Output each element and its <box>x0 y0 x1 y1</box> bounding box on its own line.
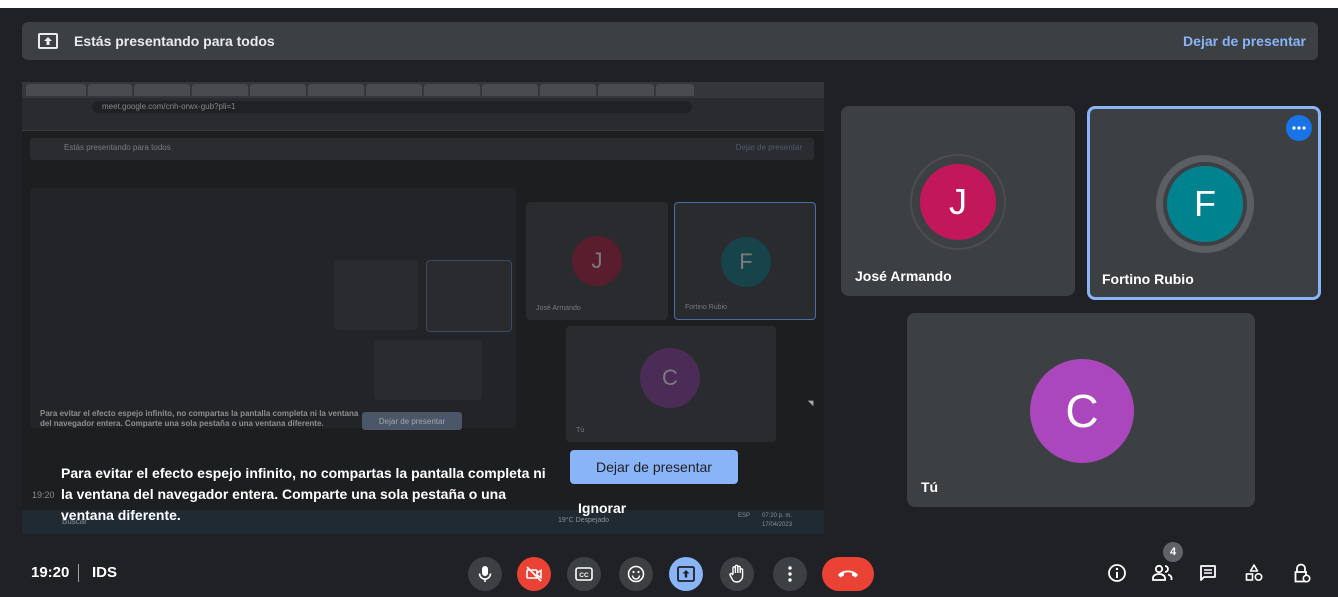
nested-warning-text: Para evitar el efecto espejo infinito, n… <box>40 409 359 428</box>
present-icon <box>677 566 695 582</box>
camera-off-button[interactable] <box>517 557 551 591</box>
raise-hand-icon <box>729 564 744 583</box>
participant-tile-tu[interactable]: C Tú <box>907 313 1255 507</box>
mirror-warning-text: Para evitar el efecto espejo infinito, n… <box>61 465 546 523</box>
more-options-button[interactable] <box>773 557 807 591</box>
chat-icon <box>1200 565 1216 581</box>
info-icon <box>1108 564 1126 582</box>
meeting-details-button[interactable] <box>1103 559 1131 587</box>
activities-button[interactable] <box>1240 559 1268 587</box>
participant-tile-fortino[interactable]: F Fortino Rubio <box>1087 106 1321 300</box>
banner-text: Estás presentando para todos <box>74 33 275 49</box>
more-horiz-icon <box>1292 126 1306 130</box>
taskbar-date: 17/04/2023 <box>762 522 793 528</box>
nested-tile <box>426 260 512 332</box>
nested-tile <box>374 340 482 400</box>
nested-time: 19:20 <box>32 490 55 500</box>
mini-banner-stop: Dejar de presentar <box>735 143 802 152</box>
mini-banner-text: Estás presentando para todos <box>64 143 171 152</box>
ghost-tile-fortino: F Fortino Rubio <box>674 202 816 320</box>
ghost-tile-tu: C Tú <box>566 326 776 442</box>
mic-icon <box>478 566 492 582</box>
meet-window: Estás presentando para todos Dejar de pr… <box>0 8 1338 597</box>
bottom-toolbar: 19:20 IDS CC 4 <box>0 542 1338 597</box>
avatar: C <box>1030 359 1134 463</box>
avatar: F <box>1163 162 1247 246</box>
ghost-name: Tú <box>576 427 585 434</box>
nested-tile <box>334 260 418 330</box>
ghost-name: Fortino Rubio <box>685 304 728 311</box>
ghost-name: José Armando <box>536 305 581 312</box>
captions-button[interactable]: CC <box>567 557 601 591</box>
present-button[interactable] <box>669 557 703 591</box>
presenting-banner: Estás presentando para todos Dejar de pr… <box>22 22 1318 60</box>
browser-address-bar: meet.google.com/cnh-orwx-gub?pli=1 <box>22 98 824 116</box>
browser-tab-strip <box>22 82 824 98</box>
more-options-button[interactable] <box>1286 115 1312 141</box>
ghost-avatar: F <box>721 237 771 287</box>
avatar-ring: J <box>910 154 1006 250</box>
people-button[interactable] <box>1148 559 1176 587</box>
camera-off-icon <box>526 566 542 582</box>
avatar-ring: F <box>1156 155 1254 253</box>
chat-button[interactable] <box>1194 559 1222 587</box>
mini-presenting-banner: Estás presentando para todos Dejar de pr… <box>30 138 814 160</box>
hang-up-icon <box>838 570 858 578</box>
participant-name: Tú <box>921 479 939 495</box>
participant-tile-jose[interactable]: J José Armando <box>841 106 1075 296</box>
people-icon <box>1152 564 1173 581</box>
present-to-all-icon <box>38 33 58 49</box>
host-controls-icon <box>1294 563 1311 583</box>
ghost-avatar: C <box>640 348 700 408</box>
nested-stop-button: Dejar de presentar <box>362 412 462 430</box>
captions-icon: CC <box>575 567 593 581</box>
more-options-icon <box>788 566 792 582</box>
meeting-time: 19:20 <box>31 564 70 581</box>
mic-button[interactable] <box>468 557 502 591</box>
svg-text:CC: CC <box>579 572 589 579</box>
participant-name: José Armando <box>855 268 952 284</box>
host-controls-button[interactable] <box>1288 559 1316 587</box>
people-count-badge: 4 <box>1163 542 1183 562</box>
ignore-button[interactable]: Ignorar <box>578 500 626 516</box>
stop-presenting-button[interactable]: Dejar de presentar <box>570 450 738 484</box>
shared-screen-preview: meet.google.com/cnh-orwx-gub?pli=1 Estás… <box>22 82 824 534</box>
hang-up-button[interactable] <box>822 557 874 591</box>
ghost-tile-jose: J José Armando <box>526 202 668 320</box>
url-field: meet.google.com/cnh-orwx-gub?pli=1 <box>92 101 692 113</box>
ghost-avatar: J <box>572 236 622 286</box>
taskbar-lang: ESP <box>738 513 751 519</box>
taskbar-weather: 19°C Despejado <box>558 517 610 524</box>
bookmarks-bar <box>22 116 824 131</box>
stop-presenting-link[interactable]: Dejar de presentar <box>1183 33 1306 49</box>
emoji-icon <box>627 565 645 583</box>
taskbar-clock: 07:20 p. m. <box>762 513 793 519</box>
avatar: J <box>920 164 996 240</box>
divider <box>78 564 79 582</box>
reactions-button[interactable] <box>619 557 653 591</box>
meeting-code: IDS <box>92 564 118 581</box>
participant-name: Fortino Rubio <box>1102 271 1194 287</box>
activities-icon <box>1245 564 1263 582</box>
raise-hand-button[interactable] <box>720 557 754 591</box>
